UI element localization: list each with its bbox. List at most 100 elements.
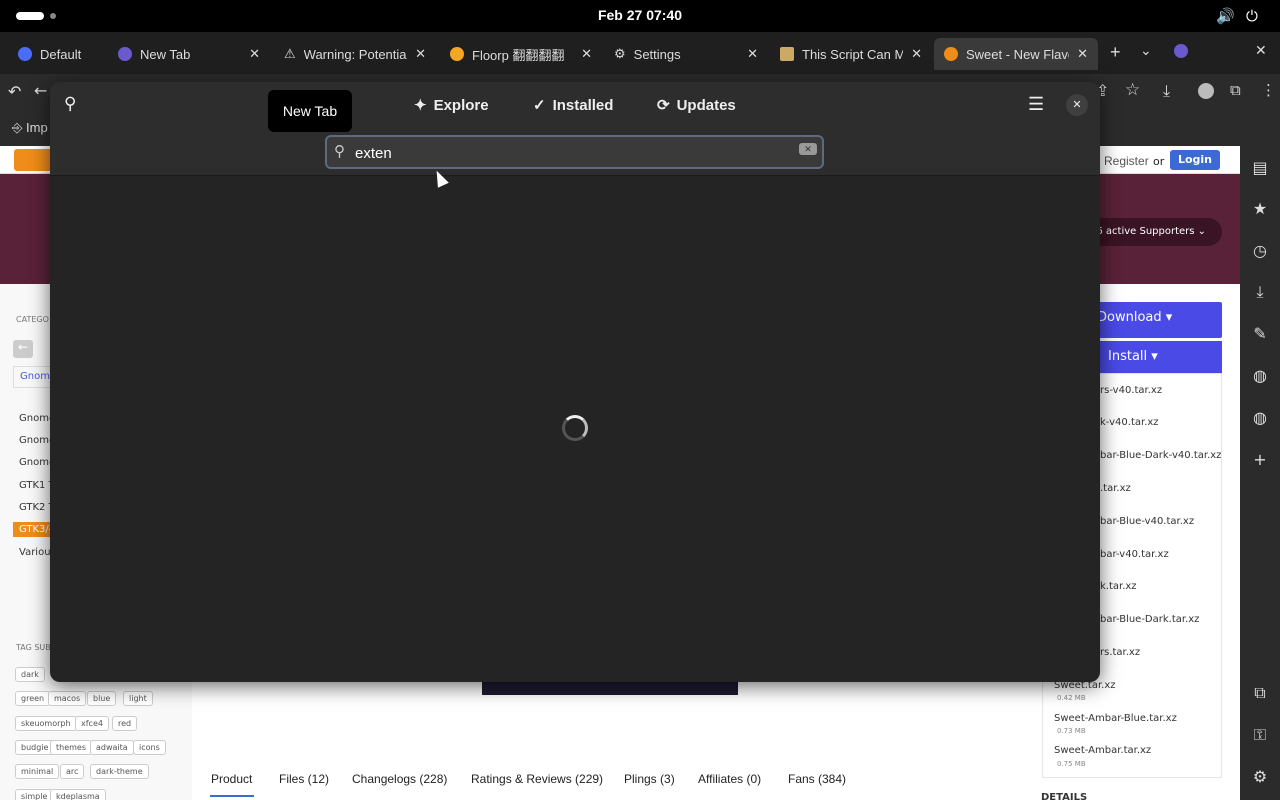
tag[interactable]: arc (60, 764, 85, 779)
tag[interactable]: kdeplasma (50, 789, 106, 800)
search-icon[interactable]: ⚲ (64, 94, 76, 114)
tab-plings[interactable]: Plings (3) (624, 772, 675, 786)
file-item[interactable]: k-v40.tar.xz (1100, 417, 1159, 428)
globe-icon[interactable]: ◍ (1250, 366, 1270, 386)
menu-icon[interactable]: ⋮ (1261, 81, 1276, 99)
tag[interactable]: simple (15, 789, 54, 800)
tab-explore-label: Explore (433, 96, 489, 114)
notes-icon[interactable]: ✎ (1250, 324, 1270, 344)
file-item[interactable]: rs.tar.xz (1100, 647, 1140, 658)
file-item[interactable]: k.tar.xz (1100, 581, 1137, 592)
tag[interactable]: green (15, 691, 51, 706)
site-logo[interactable] (14, 149, 54, 171)
file-item[interactable]: bar-v40.tar.xz (1100, 549, 1169, 560)
clock[interactable]: Feb 27 07:40 (0, 7, 1280, 23)
file-item[interactable]: Sweet-Ambar-Blue.tar.xz (1054, 713, 1177, 724)
close-icon[interactable]: ✕ (911, 46, 922, 62)
search-icon: ⚲ (334, 143, 345, 160)
close-icon[interactable]: ✕ (249, 46, 260, 62)
tooltip: New Tab (268, 90, 352, 132)
tab-new-tab[interactable]: New Tab ✕ (108, 38, 270, 70)
gear-icon: ⚙ (614, 46, 626, 61)
tab-label: This Script Can Mak (802, 46, 904, 62)
tab-label: New Tab (140, 46, 191, 62)
tab-explore[interactable]: ✦ Explore (414, 96, 489, 115)
close-icon[interactable]: ✕ (415, 46, 426, 62)
register-link[interactable]: Register (1104, 154, 1149, 168)
volume-icon[interactable]: 🔊 (1216, 7, 1235, 25)
new-tab-icon[interactable]: + (1110, 42, 1121, 63)
tag[interactable]: xfce4 (75, 716, 109, 731)
back-icon[interactable]: ← (34, 81, 47, 100)
extensions-icon[interactable]: ⧉ (1250, 683, 1270, 703)
tab-updates[interactable]: ⟳ Updates (657, 96, 736, 115)
star-icon[interactable]: ☆ (1125, 80, 1140, 100)
back-arrow-icon[interactable]: ← (13, 340, 33, 358)
close-icon[interactable]: ✕ (747, 46, 758, 62)
download-icon[interactable]: ⤓ (1250, 282, 1270, 302)
file-item[interactable]: bar-Blue-Dark-v40.tar.xz (1100, 450, 1221, 461)
close-button[interactable]: ✕ (1066, 94, 1088, 116)
tag[interactable]: blue (87, 691, 117, 706)
file-item[interactable]: Sweet-Ambar.tar.xz (1054, 745, 1151, 756)
tab-files[interactable]: Files (12) (279, 772, 329, 786)
history-icon[interactable]: ◷ (1250, 241, 1270, 261)
gear-icon[interactable]: ⚙ (1250, 767, 1270, 787)
add-panel-icon[interactable]: + (1250, 450, 1270, 470)
tag[interactable]: budgie (15, 740, 55, 755)
tab-ratings[interactable]: Ratings & Reviews (229) (471, 772, 603, 786)
screenshot-preview[interactable] (482, 682, 738, 695)
tab-label: Warning: Potential S (303, 46, 408, 62)
tab-product[interactable]: Product (211, 772, 252, 786)
download-icon[interactable]: ⤓ (1163, 81, 1170, 101)
close-icon[interactable]: ✕ (1077, 46, 1088, 62)
tab-floorp[interactable]: Floorp 翻翻翻翻 ✕ (440, 38, 602, 70)
file-item[interactable]: rs-v40.tar.xz (1100, 385, 1162, 396)
tab-label: Floorp 翻翻翻翻 (472, 47, 565, 63)
clear-icon[interactable]: ✕ (799, 143, 817, 155)
panel-icon[interactable]: ▤ (1250, 158, 1270, 178)
chevron-down-icon[interactable]: ⌄ (1140, 42, 1152, 59)
tab-sweet[interactable]: Sweet - New Flavor ✕ (934, 38, 1098, 70)
search-field[interactable]: ⚲ ✕ (325, 135, 824, 169)
key-icon[interactable]: ⚿ (1250, 725, 1270, 745)
undo-icon[interactable]: ↶ (8, 82, 21, 101)
tab-settings[interactable]: ⚙ Settings ✕ (604, 38, 768, 70)
floorp-icon[interactable] (1174, 44, 1188, 58)
close-window-icon[interactable]: ✕ (1255, 42, 1267, 59)
tag[interactable]: skeuomorph (15, 716, 77, 731)
or-label: or (1153, 155, 1165, 168)
extensions-icon[interactable]: ⧉ (1230, 81, 1241, 99)
tab-affiliates[interactable]: Affiliates (0) (698, 772, 761, 786)
file-item[interactable]: .tar.xz (1100, 483, 1131, 494)
bookmark-star-icon[interactable]: ★ (1250, 199, 1270, 219)
file-size: 0.42 MB (1057, 694, 1086, 702)
tab-script[interactable]: This Script Can Mak ✕ (770, 38, 932, 70)
category-item[interactable]: Variou (19, 547, 51, 558)
tag[interactable]: adwaita (90, 740, 134, 755)
tag[interactable]: icons (133, 740, 166, 755)
tab-fans[interactable]: Fans (384) (788, 772, 846, 786)
tag[interactable]: macos (48, 691, 87, 706)
login-button[interactable]: Login (1170, 150, 1220, 170)
globe-icon[interactable]: ◍ (1250, 408, 1270, 428)
close-icon[interactable]: ✕ (581, 46, 592, 62)
power-icon[interactable]: ⏻ (1246, 7, 1258, 25)
hamburger-menu-icon[interactable]: ☰ (1028, 94, 1044, 115)
tag[interactable]: themes (50, 740, 93, 755)
tag[interactable]: red (112, 716, 138, 731)
tag[interactable]: minimal (15, 764, 60, 779)
account-icon[interactable] (1198, 83, 1214, 99)
file-item[interactable]: bar-Blue-v40.tar.xz (1100, 516, 1194, 527)
tab-changelogs[interactable]: Changelogs (228) (352, 772, 447, 786)
tab-warning[interactable]: ⚠ Warning: Potential S ✕ (274, 38, 436, 70)
system-top-bar: Feb 27 07:40 🔊 ⏻ (0, 0, 1280, 32)
file-item[interactable]: bar-Blue-Dark.tar.xz (1100, 614, 1199, 625)
tab-installed[interactable]: ✓ Installed (533, 96, 613, 115)
tag[interactable]: dark (15, 667, 45, 682)
tag[interactable]: light (123, 691, 153, 706)
tag[interactable]: dark-theme (90, 764, 149, 779)
import-bookmark[interactable]: ⎆ Imp (12, 120, 48, 136)
search-input[interactable] (355, 143, 775, 163)
tab-workspace-default[interactable]: Default (8, 38, 102, 70)
